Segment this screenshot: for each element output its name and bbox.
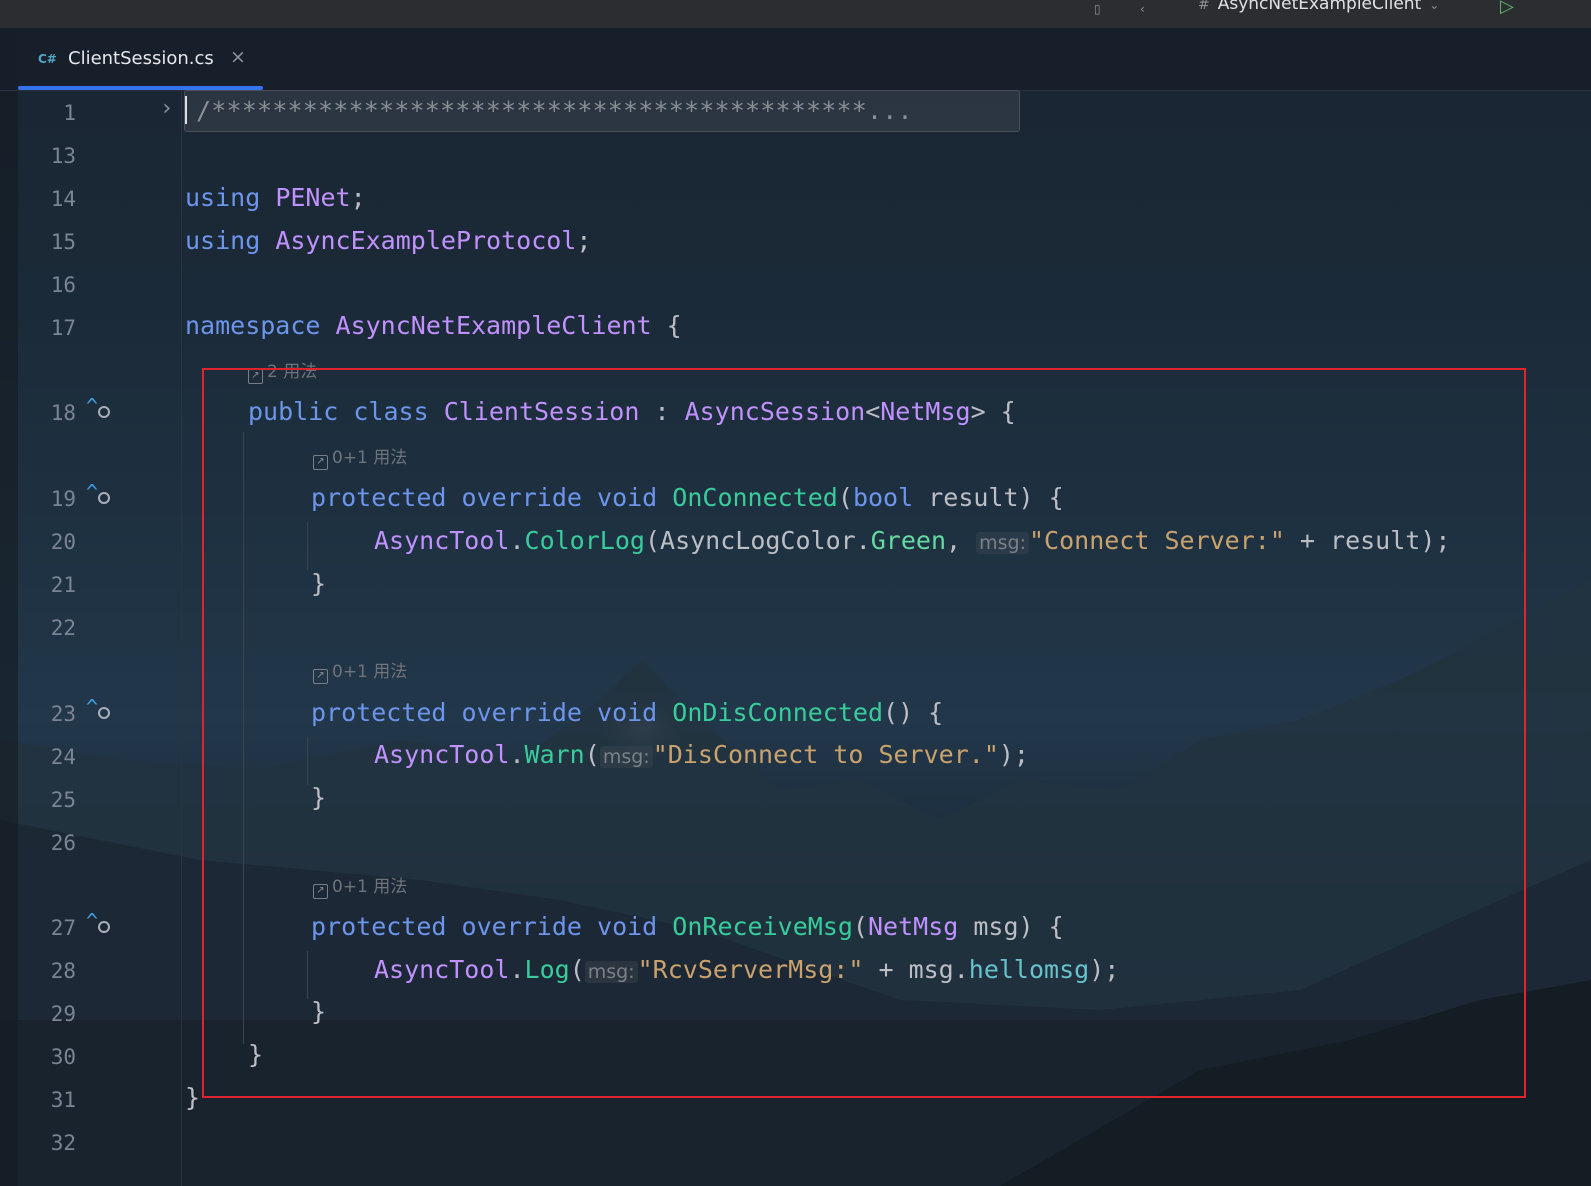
override-arrow-icon[interactable]: ^ xyxy=(86,911,110,933)
line-number[interactable]: 18 xyxy=(30,401,76,425)
csharp-file-icon: C# xyxy=(38,52,57,66)
override-arrow-icon[interactable]: ^ xyxy=(86,482,110,504)
code-line-15[interactable]: using AsyncExampleProtocol; xyxy=(185,226,591,256)
line-number[interactable]: 1 xyxy=(30,101,76,125)
chevron-right-icon[interactable]: › xyxy=(160,96,173,121)
override-arrow-icon[interactable]: ^ xyxy=(86,697,110,719)
line-number[interactable]: 31 xyxy=(30,1088,76,1112)
text-cursor xyxy=(185,96,187,124)
editor-tab-strip: C# ClientSession.cs × xyxy=(0,28,1591,91)
title-bar: ▯ ‹ # AsyncNetExampleClient ⌄ ▷ xyxy=(0,0,1591,29)
highlight-annotation-box xyxy=(202,368,1526,1098)
line-number[interactable]: 14 xyxy=(30,187,76,211)
tab-client-session[interactable]: C# ClientSession.cs × xyxy=(18,28,263,90)
code-line-17[interactable]: namespace AsyncNetExampleClient { xyxy=(185,311,682,341)
run-icon[interactable]: ▷ xyxy=(1500,0,1514,17)
run-config-selector[interactable]: # AsyncNetExampleClient ⌄ xyxy=(1198,0,1439,14)
code-line-31[interactable]: } xyxy=(185,1083,200,1113)
line-number[interactable]: 32 xyxy=(30,1131,76,1155)
line-number[interactable]: 25 xyxy=(30,788,76,812)
line-number[interactable]: 15 xyxy=(30,230,76,254)
gutter-separator xyxy=(181,91,182,1186)
collapsed-comment-text: /***************************************… xyxy=(196,96,913,125)
line-number[interactable]: 27 xyxy=(30,916,76,940)
line-number[interactable]: 26 xyxy=(30,831,76,855)
line-number[interactable]: 30 xyxy=(30,1045,76,1069)
left-tool-strip xyxy=(0,28,18,1186)
line-number[interactable]: 23 xyxy=(30,702,76,726)
bookmark-icon[interactable]: ▯ xyxy=(1094,2,1101,16)
line-number[interactable]: 22 xyxy=(30,616,76,640)
chevron-down-icon: ⌄ xyxy=(1429,0,1440,12)
close-icon[interactable]: × xyxy=(230,46,246,68)
run-config-icon: # xyxy=(1198,0,1210,13)
line-number[interactable]: 20 xyxy=(30,530,76,554)
override-arrow-icon[interactable]: ^ xyxy=(86,396,110,418)
line-number[interactable]: 17 xyxy=(30,316,76,340)
line-number[interactable]: 16 xyxy=(30,273,76,297)
line-number[interactable]: 28 xyxy=(30,959,76,983)
back-icon[interactable]: ‹ xyxy=(1140,2,1145,16)
line-number[interactable]: 13 xyxy=(30,144,76,168)
code-line-14[interactable]: using PENet; xyxy=(185,183,366,213)
run-config-label: AsyncNetExampleClient xyxy=(1217,0,1422,14)
line-number[interactable]: 19 xyxy=(30,487,76,511)
tab-file-name: ClientSession.cs xyxy=(68,48,214,69)
line-number[interactable]: 24 xyxy=(30,745,76,769)
line-number[interactable]: 21 xyxy=(30,573,76,597)
line-number[interactable]: 29 xyxy=(30,1002,76,1026)
